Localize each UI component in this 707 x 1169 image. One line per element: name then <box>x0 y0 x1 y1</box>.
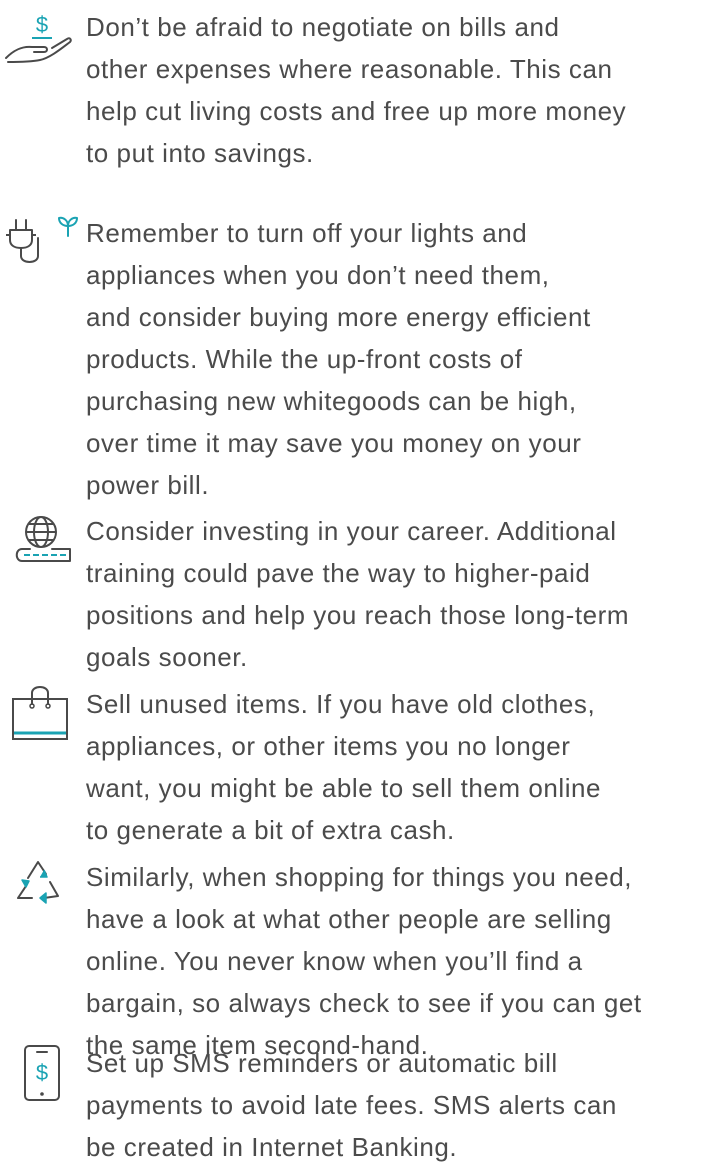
tip-line: help cut living costs and free up more m… <box>86 96 627 126</box>
tip-line: Remember to turn off your lights and <box>86 218 528 248</box>
tip-line: training could pave the way to higher-pa… <box>86 558 591 588</box>
tip-line: products. While the up-front costs of <box>86 344 523 374</box>
svg-text:$: $ <box>36 12 48 37</box>
tip-text: Remember to turn off your lights and app… <box>86 212 702 506</box>
shopping-bag-icon <box>0 683 84 743</box>
tip-line: to generate a bit of extra cash. <box>86 815 455 845</box>
tip-text: Sell unused items. If you have old cloth… <box>86 683 702 851</box>
recycle-icon <box>0 856 84 916</box>
tip-line: want, you might be able to sell them onl… <box>86 773 602 803</box>
tip-line: appliances, or other items you no longer <box>86 731 571 761</box>
tip-line: positions and help you reach those long-… <box>86 600 630 630</box>
plug-sprout-icon <box>0 212 84 272</box>
tip-line: other expenses where reasonable. This ca… <box>86 54 613 84</box>
globe-book-icon <box>0 510 84 570</box>
tip-line: to put into savings. <box>86 138 314 168</box>
tip-line: be created in Internet Banking. <box>86 1132 458 1162</box>
tip-line: Don’t be afraid to negotiate on bills an… <box>86 12 560 42</box>
tip-line: and consider buying more energy efficien… <box>86 302 591 332</box>
tip-line: over time it may save you money on your <box>86 428 582 458</box>
tip-text: Consider investing in your career. Addit… <box>86 510 702 678</box>
tip-line: purchasing new whitegoods can be high, <box>86 386 577 416</box>
tip-line: Set up SMS reminders or automatic bill <box>86 1048 558 1078</box>
tip-line: online. You never know when you’ll find … <box>86 946 583 976</box>
tip-text: Set up SMS reminders or automatic bill p… <box>86 1042 702 1168</box>
tip-line: Similarly, when shopping for things you … <box>86 862 633 892</box>
tip-line: Sell unused items. If you have old cloth… <box>86 689 596 719</box>
tip-line: goals sooner. <box>86 642 248 672</box>
hand-dollar-icon: $ <box>0 6 84 66</box>
tip-line: have a look at what other people are sel… <box>86 904 612 934</box>
tip-text: Similarly, when shopping for things you … <box>86 856 702 1066</box>
tip-line: appliances when you don’t need them, <box>86 260 550 290</box>
phone-dollar-icon: $ <box>0 1042 84 1102</box>
tip-line: Consider investing in your career. Addit… <box>86 516 617 546</box>
tip-line: bargain, so always check to see if you c… <box>86 988 642 1018</box>
svg-text:$: $ <box>36 1060 48 1085</box>
tip-line: power bill. <box>86 470 210 500</box>
tip-line: payments to avoid late fees. SMS alerts … <box>86 1090 617 1120</box>
tip-text: Don’t be afraid to negotiate on bills an… <box>86 6 702 174</box>
